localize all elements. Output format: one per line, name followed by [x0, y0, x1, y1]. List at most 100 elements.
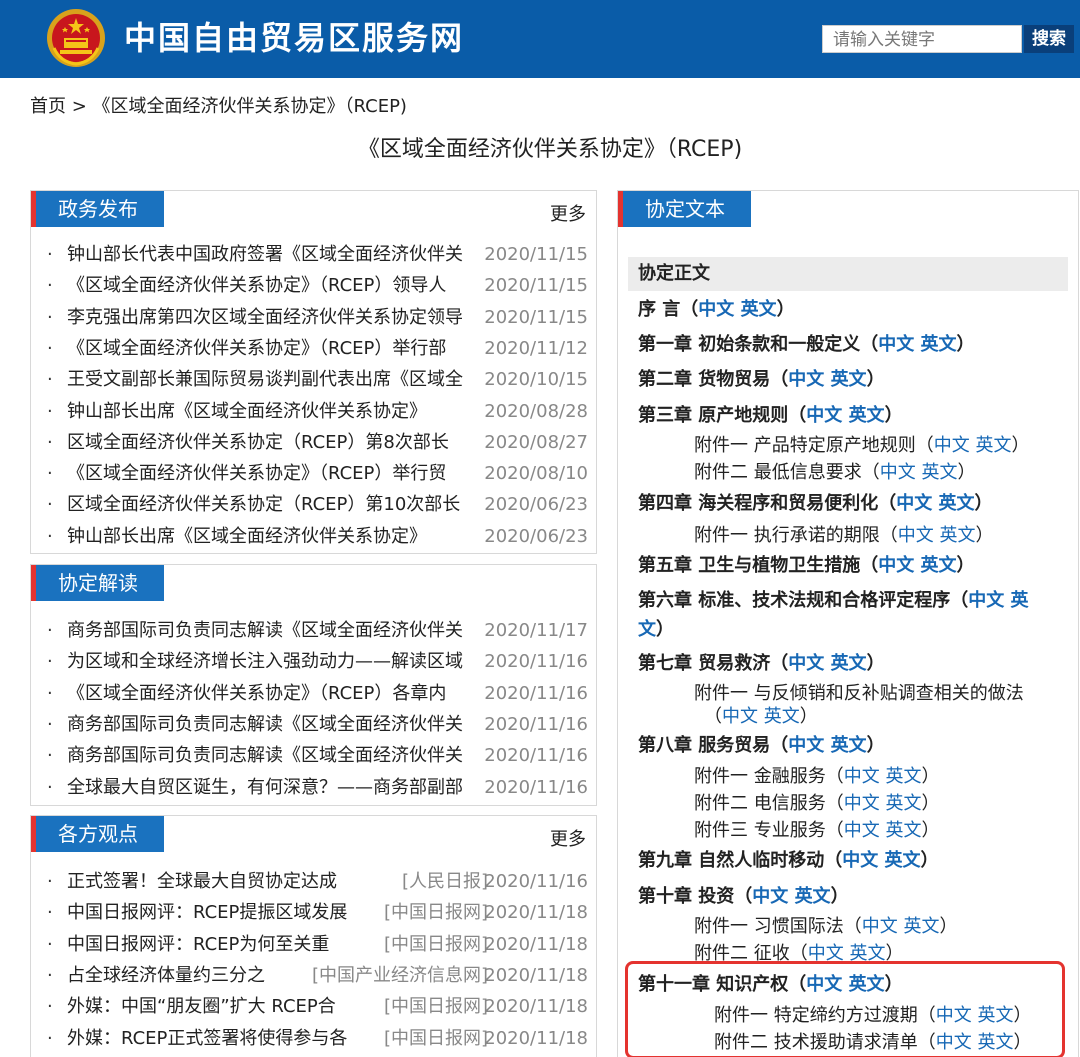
list-item[interactable]: · 《区域全面经济伙伴关系协定》（RCEP）举行贸 2020/08/10: [47, 458, 588, 489]
english-link[interactable]: 英: [1011, 590, 1029, 611]
list-item[interactable]: · 《区域全面经济伙伴关系协定》（RCEP）各章内 2020/11/16: [47, 678, 588, 709]
list-item[interactable]: · 为区域和全球经济增长注入强劲动力——解读区域 2020/11/16: [47, 646, 588, 677]
site-header: 中国自由贸易区服务网 请输入关键字 搜索: [0, 0, 1080, 78]
news-title-link[interactable]: 钟山部长出席《区域全面经济伙伴关系协定》: [67, 521, 487, 552]
list-item[interactable]: · 占全球经济体量约三分之 [中国产业经济信息网] 2020/11/18: [47, 960, 588, 991]
policy-more-link[interactable]: 更多: [550, 203, 586, 227]
english-link[interactable]: 英文: [831, 735, 867, 756]
news-title-link[interactable]: 为区域和全球经济增长注入强劲动力——解读区域: [67, 646, 487, 677]
english-link[interactable]: 英文: [885, 820, 921, 841]
list-item[interactable]: · 《区域全面经济伙伴关系协定》（RCEP）举行部 2020/11/12: [47, 333, 588, 364]
chinese-link[interactable]: 中文: [862, 916, 898, 937]
search-input[interactable]: 请输入关键字: [822, 25, 1022, 53]
news-title-link[interactable]: 外媒：RCEP正式签署将使得参与各: [67, 1023, 353, 1054]
list-item[interactable]: · 王受文副部长兼国际贸易谈判副代表出席《区域全 2020/10/15: [47, 364, 588, 395]
english-link[interactable]: 英文: [831, 653, 867, 674]
list-item[interactable]: · 区域全面经济伙伴关系协定（RCEP）第8次部长 2020/08/27: [47, 427, 588, 458]
interpretation-panel-title[interactable]: 协定解读: [31, 565, 164, 601]
english-link[interactable]: 英文: [975, 435, 1011, 456]
chinese-link[interactable]: 中文: [722, 706, 758, 727]
list-item[interactable]: · 商务部国际司负责同志解读《区域全面经济伙伴关 2020/11/16: [47, 709, 588, 740]
policy-panel-title[interactable]: 政务发布: [31, 191, 164, 227]
news-title-link[interactable]: 正式签署！全球最大自贸协定达成: [67, 866, 357, 897]
news-title-link[interactable]: 区域全面经济伙伴关系协定（RCEP）第8次部长: [67, 427, 487, 458]
list-item[interactable]: · 钟山部长代表中国政府签署《区域全面经济伙伴关 2020/11/15: [47, 239, 588, 270]
opinions-panel-title[interactable]: 各方观点: [31, 816, 164, 852]
list-item[interactable]: · 外媒：中国“朋友圈”扩大 RCEP合 [中国日报网] 2020/11/18: [47, 991, 588, 1022]
list-item[interactable]: · 《区域全面经济伙伴关系协定》（RCEP）领导人 2020/11/15: [47, 270, 588, 301]
breadcrumb[interactable]: 首页 > 《区域全面经济伙伴关系协定》（RCEP): [30, 94, 407, 120]
chinese-link[interactable]: 中文: [968, 590, 1004, 611]
english-link[interactable]: 英文: [921, 334, 957, 355]
list-item[interactable]: · 钟山部长出席《区域全面经济伙伴关系协定》 2020/06/23: [47, 521, 588, 552]
english-link[interactable]: 英文: [885, 850, 921, 871]
chinese-link[interactable]: 中文: [878, 334, 914, 355]
news-title-link[interactable]: 《区域全面经济伙伴关系协定》（RCEP）举行贸: [67, 458, 487, 489]
chinese-link[interactable]: 中文: [880, 462, 916, 483]
news-title-link[interactable]: 《区域全面经济伙伴关系协定》（RCEP）各章内: [67, 678, 487, 709]
english-link[interactable]: 英文: [831, 369, 867, 390]
list-item[interactable]: · 外媒：RCEP正式签署将使得参与各 [中国日报网] 2020/11/18: [47, 1023, 588, 1054]
list-item[interactable]: · 中国日报网评：RCEP为何至关重 [中国日报网] 2020/11/18: [47, 929, 588, 960]
list-item[interactable]: · 商务部国际司负责同志解读《区域全面经济伙伴关 2020/11/16: [47, 740, 588, 771]
chinese-link[interactable]: 中文: [934, 435, 970, 456]
english-link[interactable]: 英文: [939, 525, 975, 546]
english-link[interactable]: 英文: [903, 916, 939, 937]
news-title-link[interactable]: 中国日报网评：RCEP提振区域发展: [67, 897, 353, 928]
list-item[interactable]: · 中国日报网评：RCEP提振区域发展 [中国日报网] 2020/11/18: [47, 897, 588, 928]
search-button[interactable]: 搜索: [1024, 25, 1074, 53]
list-item[interactable]: · 区域全面经济伙伴关系协定（RCEP）第10次部长 2020/06/23: [47, 489, 588, 520]
news-title-link[interactable]: 中国日报网评：RCEP为何至关重: [67, 929, 353, 960]
news-title-link[interactable]: 李克强出席第四次区域全面经济伙伴关系协定领导: [67, 302, 487, 333]
news-date: 2020/11/18: [484, 902, 588, 924]
chinese-link[interactable]: 中文: [806, 405, 842, 426]
news-title-link[interactable]: 《区域全面经济伙伴关系协定》（RCEP）举行部: [67, 333, 487, 364]
chinese-link[interactable]: 中文: [698, 299, 734, 320]
news-title-link[interactable]: 钟山部长代表中国政府签署《区域全面经济伙伴关: [67, 239, 487, 270]
opinions-more-link[interactable]: 更多: [550, 828, 586, 852]
news-title-link[interactable]: 外媒：中国“朋友圈”扩大 RCEP合: [67, 991, 337, 1022]
news-title-link[interactable]: 全球最大自贸区诞生，有何深意？——商务部副部: [67, 772, 487, 803]
chinese-link[interactable]: 中文: [844, 820, 880, 841]
chinese-link[interactable]: 中文: [842, 850, 878, 871]
chinese-link[interactable]: 中文: [844, 766, 880, 787]
news-title-link[interactable]: 《区域全面经济伙伴关系协定》（RCEP）领导人: [67, 270, 487, 301]
news-title-link[interactable]: 王受文副部长兼国际贸易谈判副代表出席《区域全: [67, 364, 487, 395]
english-link[interactable]: 英文: [849, 405, 885, 426]
agreement-text-title[interactable]: 协定文本: [618, 191, 751, 227]
close-paren: ）: [975, 525, 994, 546]
chinese-link[interactable]: 中文: [752, 886, 788, 907]
news-title-link[interactable]: 占全球经济体量约三分之: [67, 960, 273, 991]
news-title-link[interactable]: 区域全面经济伙伴关系协定（RCEP）第10次部长: [67, 489, 487, 520]
english-link[interactable]: 英文: [795, 886, 831, 907]
chinese-link[interactable]: 中文: [898, 525, 934, 546]
chinese-link[interactable]: 中文: [788, 735, 824, 756]
national-emblem-icon[interactable]: [46, 8, 106, 68]
english-link[interactable]: 英文: [885, 766, 921, 787]
english-link[interactable]: 英文: [921, 555, 957, 576]
english-link[interactable]: 英文: [939, 493, 975, 514]
english-link[interactable]: 英文: [921, 462, 957, 483]
english-link[interactable]: 英文: [764, 706, 800, 727]
close-paren: ）: [957, 462, 976, 483]
chinese-link[interactable]: 中文: [896, 493, 932, 514]
english-link[interactable]: 文: [638, 619, 656, 640]
english-link[interactable]: 英文: [741, 299, 777, 320]
news-title-link[interactable]: 商务部国际司负责同志解读《区域全面经济伙伴关: [67, 615, 487, 646]
list-item[interactable]: · 正式签署！全球最大自贸协定达成 [人民日报] 2020/11/16: [47, 866, 588, 897]
list-item[interactable]: · 全球最大自贸区诞生，有何深意？——商务部副部 2020/11/16: [47, 772, 588, 803]
news-title-link[interactable]: 商务部国际司负责同志解读《区域全面经济伙伴关: [67, 740, 487, 771]
list-item[interactable]: · 李克强出席第四次区域全面经济伙伴关系协定领导 2020/11/15: [47, 302, 588, 333]
close-paren: ）: [656, 619, 674, 640]
chinese-link[interactable]: 中文: [788, 653, 824, 674]
news-title-link[interactable]: 商务部国际司负责同志解读《区域全面经济伙伴关: [67, 709, 487, 740]
chinese-link[interactable]: 中文: [878, 555, 914, 576]
news-title-link[interactable]: 钟山部长出席《区域全面经济伙伴关系协定》: [67, 396, 487, 427]
chinese-link[interactable]: 中文: [844, 793, 880, 814]
list-item[interactable]: · 商务部国际司负责同志解读《区域全面经济伙伴关 2020/11/17: [47, 615, 588, 646]
english-link[interactable]: 英文: [885, 793, 921, 814]
site-title[interactable]: 中国自由贸易区服务网: [124, 18, 464, 58]
agreement-body-heading: 协定正文: [628, 257, 1068, 291]
list-item[interactable]: · 钟山部长出席《区域全面经济伙伴关系协定》 2020/08/28: [47, 396, 588, 427]
chinese-link[interactable]: 中文: [788, 369, 824, 390]
